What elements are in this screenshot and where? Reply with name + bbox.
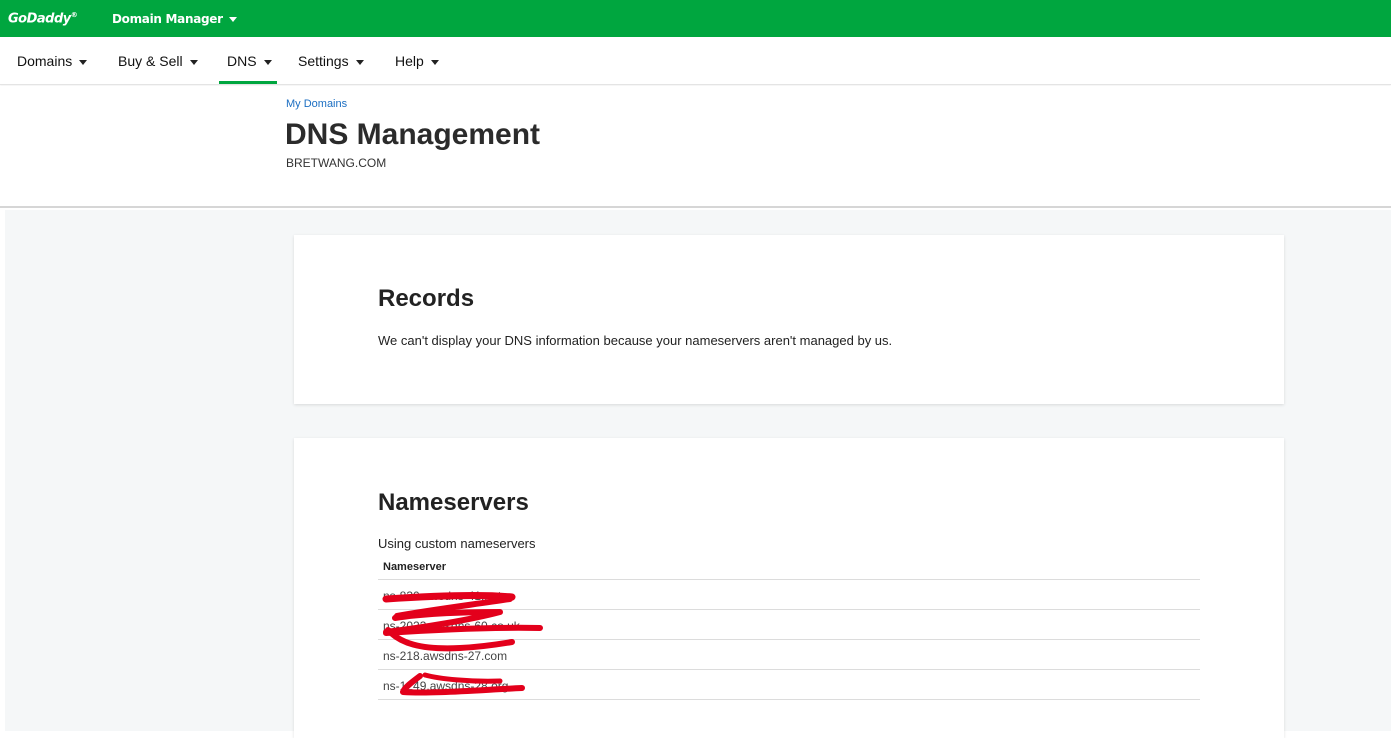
nav-help-label: Help	[395, 53, 424, 69]
nav-settings[interactable]: Settings	[298, 53, 364, 69]
breadcrumb-my-domains[interactable]: My Domains	[286, 98, 347, 110]
table-row: ns-218.awsdns-27.com	[378, 640, 1200, 670]
chevron-down-icon	[79, 59, 88, 65]
nav-dns[interactable]: DNS	[227, 53, 272, 69]
chevron-down-icon	[430, 59, 439, 65]
active-tab-indicator	[219, 81, 277, 84]
nameserver-table: Nameserver ns-830.awsdns-41.net ns-2023.…	[378, 556, 1200, 700]
table-row: ns-830.awsdns-41.net	[378, 580, 1200, 610]
nameservers-card: Nameservers Using custom nameservers Nam…	[294, 438, 1284, 738]
records-title: Records	[378, 285, 475, 312]
chevron-down-icon	[189, 59, 198, 65]
page-header: My Domains DNS Management BRETWANG.COM	[0, 86, 1391, 208]
top-bar: GoDaddy® Domain Manager	[0, 0, 1391, 37]
chevron-down-icon	[355, 59, 364, 65]
nav-settings-label: Settings	[298, 53, 349, 69]
nav-dns-label: DNS	[227, 53, 257, 69]
domain-manager-label: Domain Manager	[112, 12, 223, 26]
godaddy-logo[interactable]: GoDaddy®	[8, 11, 78, 26]
nav-domains[interactable]: Domains	[17, 53, 88, 69]
table-row: ns-2023.awsdns-60.co.uk	[378, 610, 1200, 640]
table-row: ns-1249.awsdns-28.org	[378, 670, 1200, 700]
nav-domains-label: Domains	[17, 53, 73, 69]
page-title: DNS Management	[285, 118, 541, 151]
domain-manager-menu[interactable]: Domain Manager	[112, 12, 237, 26]
main-nav: Domains Buy & Sell DNS Settings Help	[0, 37, 1391, 85]
nameserver-column-header: Nameserver	[378, 556, 1200, 580]
nav-help[interactable]: Help	[395, 53, 439, 69]
nav-buy-sell[interactable]: Buy & Sell	[118, 53, 198, 69]
chevron-down-icon	[263, 59, 272, 65]
chevron-down-icon	[228, 17, 237, 22]
records-card: Records We can't display your DNS inform…	[294, 235, 1284, 404]
nameservers-subtitle: Using custom nameservers	[378, 536, 536, 551]
domain-name: BRETWANG.COM	[286, 156, 387, 170]
nav-buy-sell-label: Buy & Sell	[118, 53, 183, 69]
nameservers-title: Nameservers	[378, 489, 529, 516]
records-message: We can't display your DNS information be…	[378, 333, 893, 348]
left-edge	[0, 210, 5, 731]
